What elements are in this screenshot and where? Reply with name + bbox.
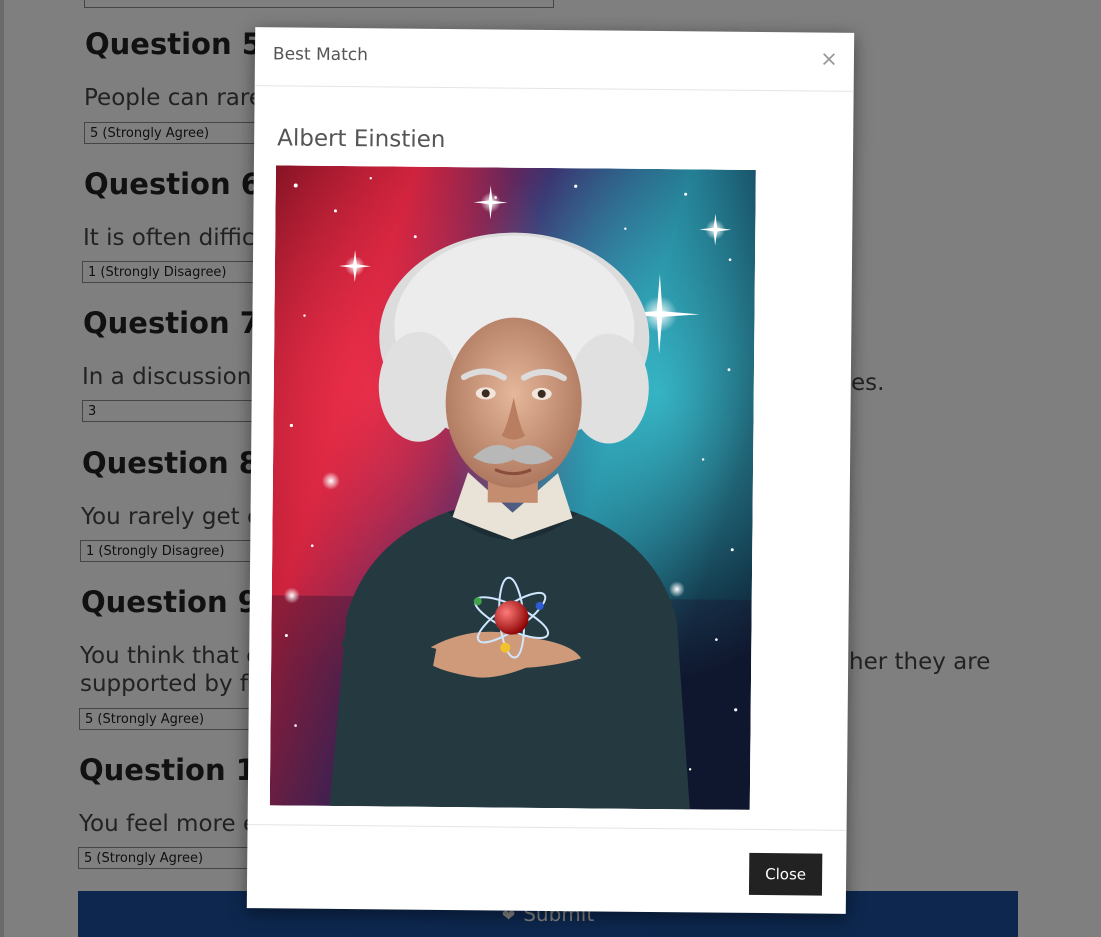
- page: Question 5 People can rare 5 (Strongly A…: [0, 0, 1101, 937]
- modal-header: Best Match ×: [254, 27, 855, 92]
- modal-footer: Close: [246, 824, 847, 915]
- modal-title: Best Match: [272, 44, 368, 66]
- best-match-modal: Best Match × Albert Einstien Close: [246, 27, 855, 915]
- match-portrait: [269, 165, 756, 810]
- match-name: Albert Einstien: [277, 125, 446, 153]
- close-button[interactable]: Close: [748, 852, 823, 896]
- close-icon[interactable]: ×: [818, 47, 840, 71]
